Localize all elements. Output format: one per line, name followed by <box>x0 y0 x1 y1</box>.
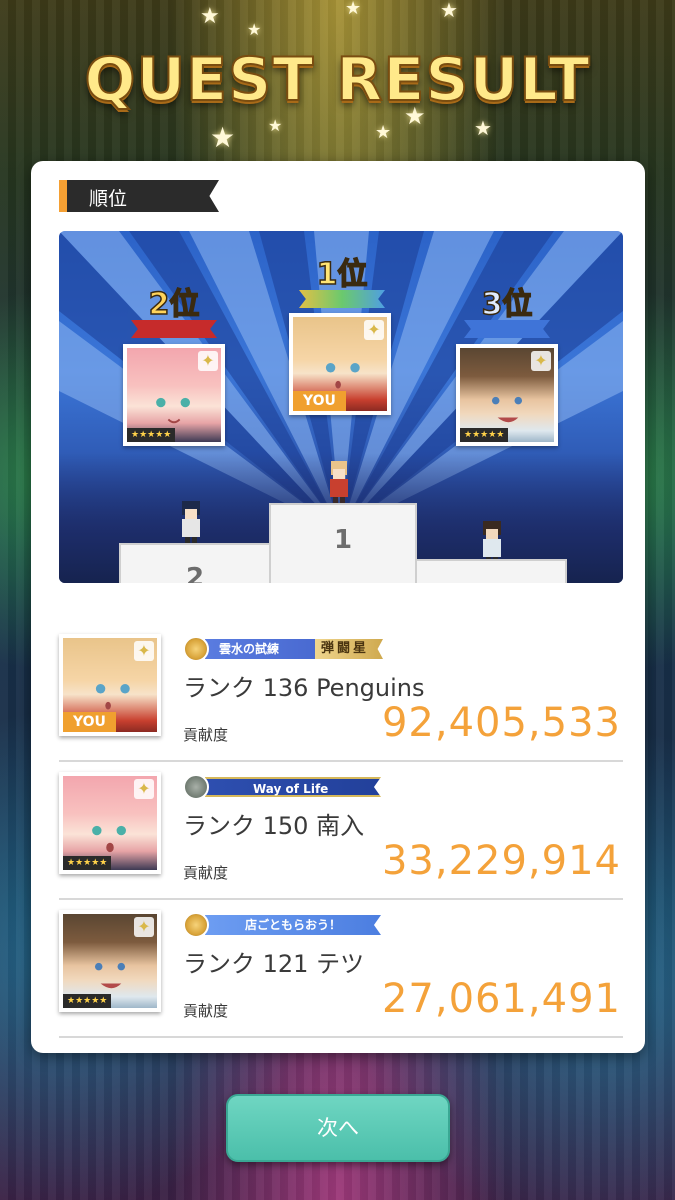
section-header: 順位 <box>59 180 219 212</box>
character-portrait: ✦ ★★★★★ <box>127 348 221 442</box>
star-decoration: ★ <box>200 4 220 29</box>
sparkle-icon: ✦ <box>134 641 154 661</box>
rank-banner-3: 3位 <box>464 287 550 340</box>
contribution-score: 27,061,491 <box>381 976 621 1022</box>
player-title: 店ごともらおう！ <box>205 915 381 935</box>
rank-label: 2位 <box>148 287 200 323</box>
star-decoration: ★ <box>268 116 283 135</box>
contribution-label: 貢献度 <box>183 1002 229 1020</box>
podium-block-1: 1 <box>269 503 417 583</box>
result-row: ✦ ★★★★★ Way of Life ランク 150 南入 貢献度 33,22… <box>59 772 623 900</box>
rank-and-name: ランク 150 南入 <box>183 812 365 840</box>
sparkle-icon: ✦ <box>364 320 384 340</box>
character-portrait: ✦ ★★★★★ <box>63 914 157 1008</box>
title-medal-icon <box>183 912 209 938</box>
page-title: QUEST RESULT <box>83 44 591 116</box>
result-panel: 順位 2位 1位 3位 ✦ ★★★★★ ✦ YOU ✦ ★★★★★ 2 1 ✦ … <box>31 161 645 1053</box>
sparkle-icon: ✦ <box>198 351 218 371</box>
podium-block-3: 3 <box>415 559 567 583</box>
contribution-label: 貢献度 <box>183 864 229 882</box>
star-decoration: ★ <box>440 0 458 22</box>
podium-scene: 2位 1位 3位 ✦ ★★★★★ ✦ YOU ✦ ★★★★★ 2 1 <box>59 231 623 583</box>
you-tag: YOU <box>63 712 116 732</box>
player-portrait[interactable]: ✦ ★★★★★ <box>59 772 161 874</box>
character-portrait: ✦ YOU <box>63 638 157 732</box>
contribution-score: 92,405,533 <box>381 700 621 746</box>
section-title: 順位 <box>89 188 128 210</box>
rank-label: 1位 <box>316 257 368 293</box>
podium-portrait-3[interactable]: ✦ ★★★★★ <box>456 344 558 446</box>
sparkle-icon: ✦ <box>134 917 154 937</box>
player-portrait[interactable]: ✦ ★★★★★ <box>59 910 161 1012</box>
rarity-stars: ★★★★★ <box>460 428 509 442</box>
player-title-badge: 雲水の試練 弾闘星 <box>183 636 383 662</box>
sparkle-icon: ✦ <box>134 779 154 799</box>
title-medal-icon <box>183 636 209 662</box>
title-medal-icon <box>183 774 209 800</box>
star-decoration: ★ <box>210 121 236 154</box>
rarity-stars: ★★★★★ <box>63 994 112 1008</box>
player-title-extra: 弾闘星 <box>315 639 383 659</box>
star-decoration: ★ <box>247 20 262 39</box>
character-portrait: ✦ ★★★★★ <box>460 348 554 442</box>
section-accent <box>59 180 67 212</box>
rank-and-name: ランク 136 Penguins <box>183 674 425 702</box>
sparkle-icon: ✦ <box>531 351 551 371</box>
character-portrait: ✦ ★★★★★ <box>63 776 157 870</box>
podium-block-2: 2 <box>119 543 271 583</box>
star-decoration: ★ <box>345 0 362 19</box>
next-button[interactable]: 次へ <box>226 1094 450 1162</box>
rarity-stars: ★★★★★ <box>127 428 176 442</box>
result-row: ✦ ★★★★★ 店ごともらおう！ ランク 121 テツ 貢献度 27,061,4… <box>59 910 623 1038</box>
player-portrait[interactable]: ✦ YOU <box>59 634 161 736</box>
player-title: Way of Life <box>205 777 381 797</box>
rank-and-name: ランク 121 テツ <box>183 950 365 978</box>
rarity-stars: ★★★★★ <box>63 856 112 870</box>
star-decoration: ★ <box>375 122 392 143</box>
rank-label: 3位 <box>481 287 533 323</box>
rank-ribbon <box>299 290 385 308</box>
podium-portrait-1[interactable]: ✦ YOU <box>289 313 391 415</box>
you-tag: YOU <box>293 391 346 411</box>
player-title-badge: 店ごともらおう！ <box>183 912 383 938</box>
star-decoration: ★ <box>474 116 492 140</box>
player-title-badge: Way of Life <box>183 774 383 800</box>
podium-number: 1 <box>333 525 353 555</box>
rank-ribbon <box>464 320 550 338</box>
rank-banner-2: 2位 <box>131 287 217 340</box>
result-row: ✦ YOU 雲水の試練 弾闘星 ランク 136 Penguins 貢献度 92,… <box>59 634 623 762</box>
contribution-score: 33,229,914 <box>381 838 621 884</box>
podium-portrait-2[interactable]: ✦ ★★★★★ <box>123 344 225 446</box>
rank-banner-1: 1位 <box>299 257 385 310</box>
character-portrait: ✦ YOU <box>293 317 387 411</box>
rank-ribbon <box>131 320 217 338</box>
contribution-label: 貢献度 <box>183 726 229 744</box>
podium-number: 2 <box>185 563 205 583</box>
